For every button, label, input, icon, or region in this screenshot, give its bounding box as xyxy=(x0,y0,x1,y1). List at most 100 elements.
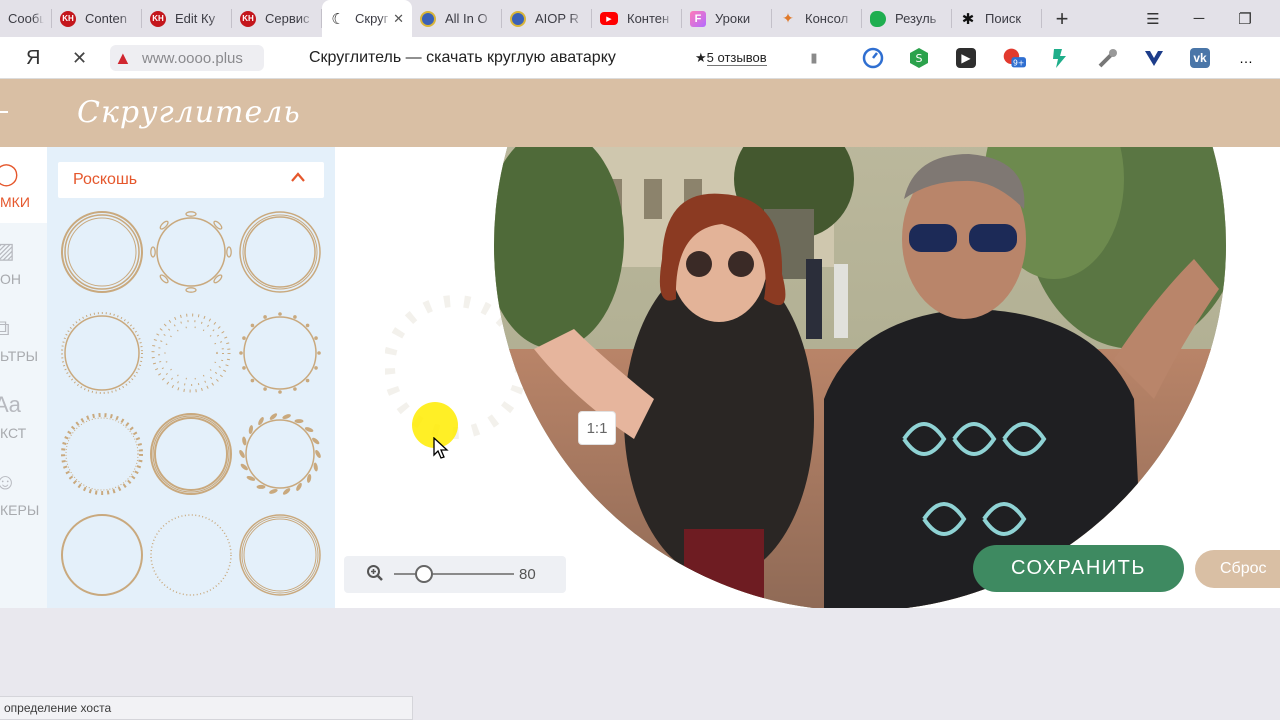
browser-tab[interactable]: KH Conten xyxy=(52,0,142,37)
tab-title: AIOP R xyxy=(535,11,579,26)
tools-extension-icon[interactable] xyxy=(1096,37,1120,79)
sidebar-item-label: КСТ xyxy=(0,425,27,441)
frames-panel: Роскошь xyxy=(47,147,335,608)
notifications-badge: 9+ xyxy=(1013,58,1024,67)
sidebar-item-label: ЬТРЫ xyxy=(0,348,39,364)
sidebar-item-stickers[interactable]: ☺ КЕРЫ xyxy=(0,455,47,531)
tab-list: Сообщ KH Conten KH Edit Ку KH Сервис ☾ Скруг ✕ All… xyxy=(0,0,1042,37)
frame-option-beaded[interactable] xyxy=(59,310,145,396)
frame-option-double-ring[interactable] xyxy=(59,209,145,295)
zoom-slider-thumb[interactable] xyxy=(415,565,434,583)
frame-option-dotted-beads[interactable] xyxy=(59,411,145,497)
sidebar-item-text[interactable]: Aa КСТ xyxy=(0,378,47,454)
tab-strip: Сообщ KH Conten KH Edit Ку KH Сервис ☾ Скруг ✕ All… xyxy=(0,0,1280,37)
seo-extension-icon[interactable]: S xyxy=(907,37,931,79)
frame-category-dropdown[interactable]: Роскошь xyxy=(58,162,324,198)
reviews-label: 5 отзывов xyxy=(706,50,767,66)
stop-loading-button[interactable]: ✕ xyxy=(72,37,87,79)
yandex-logo-button[interactable]: Я xyxy=(26,37,40,79)
editor-workspace: ◯ МКИ ▨ ОН ⧉ ЬТРЫ Aa КСТ ☺ КЕРЫ Роскошь xyxy=(0,147,1280,608)
tab-favicon-kh-icon: KH xyxy=(150,10,166,27)
bookmark-icon[interactable]: ▮ xyxy=(802,37,826,79)
frame-option-single[interactable] xyxy=(59,512,145,598)
frame-option-leaf-wreath[interactable] xyxy=(237,411,323,497)
insecure-warning-icon[interactable]: ▲ xyxy=(114,37,132,79)
url-field[interactable]: www.oooo.plus xyxy=(110,45,264,71)
browser-tab[interactable]: KH Сервис xyxy=(232,0,322,37)
tab-title: Скруг xyxy=(355,11,389,26)
mouse-cursor-icon xyxy=(433,436,449,466)
tab-favicon-key-icon: ✦ xyxy=(782,10,794,26)
star-icon: ★ xyxy=(695,50,707,65)
sidebar-item-background[interactable]: ▨ ОН xyxy=(0,224,47,300)
bookmark-extension-icon[interactable]: ▶ xyxy=(954,37,978,79)
tab-favicon-f-icon: F xyxy=(690,10,706,27)
browser-tab[interactable]: ✦ Консол xyxy=(772,0,862,37)
menu-icon[interactable] xyxy=(0,111,8,113)
reviews-link[interactable]: ★ 5 отзывов xyxy=(695,37,767,79)
frame-category-label: Роскошь xyxy=(73,171,138,188)
site-logo[interactable]: Скруглитель xyxy=(77,95,301,130)
save-button[interactable]: СОХРАНИТЬ xyxy=(973,545,1184,592)
frame-option-floral[interactable] xyxy=(148,209,234,295)
browser-tab[interactable]: KH Edit Ку xyxy=(142,0,232,37)
figure-extension-icon[interactable] xyxy=(1048,37,1072,79)
stickers-icon: ☺ xyxy=(0,469,17,494)
zoom-value: 80 xyxy=(519,566,536,583)
browser-tab[interactable]: Сообщ xyxy=(0,0,52,37)
zoom-in-icon[interactable] xyxy=(366,564,384,587)
tab-title: Сервис xyxy=(265,11,310,26)
tab-favicon-kh-icon: KH xyxy=(60,10,76,27)
background-icon: ▨ xyxy=(0,238,15,263)
close-tab-icon[interactable]: ✕ xyxy=(393,11,404,27)
tab-title: Консол xyxy=(805,11,849,26)
tab-title: Резуль xyxy=(895,11,937,26)
tab-title: Edit Ку xyxy=(175,11,216,26)
browser-tab[interactable]: Резуль xyxy=(862,0,952,37)
zoom-slider-track[interactable] xyxy=(394,573,514,575)
frame-option-dots[interactable] xyxy=(148,310,234,396)
frame-option-fine-dots[interactable] xyxy=(148,512,234,598)
address-bar: Я ✕ www.oooo.plus ▲ Скруглитель — скачат… xyxy=(0,37,1280,79)
tab-favicon-spider-icon: ✱ xyxy=(961,10,975,28)
browser-tab[interactable]: ▶ Контен xyxy=(592,0,682,37)
tab-favicon-ever-icon xyxy=(870,10,886,27)
minimize-button[interactable]: ─ xyxy=(1176,0,1222,37)
notifications-extension-icon[interactable]: 9+ xyxy=(1002,37,1026,79)
sidebar-item-label: ОН xyxy=(0,271,21,287)
sidebar-item-frames[interactable]: ◯ МКИ xyxy=(0,147,47,223)
filters-icon: ⧉ xyxy=(0,315,10,340)
browser-tab[interactable]: AIOP R xyxy=(502,0,592,37)
browser-tab[interactable]: F Уроки xyxy=(682,0,772,37)
frame-option-thin-double[interactable] xyxy=(237,209,323,295)
tab-title: Сообщ xyxy=(8,11,44,26)
new-tab-button[interactable]: + xyxy=(1042,0,1082,37)
browser-tab[interactable]: ✱ Поиск xyxy=(952,0,1042,37)
actual-size-button[interactable]: 1:1 xyxy=(578,411,616,445)
tab-title: All In O xyxy=(445,11,488,26)
browser-tab[interactable]: All In O xyxy=(412,0,502,37)
more-extensions-icon[interactable]: … xyxy=(1234,37,1258,79)
tab-title: Уроки xyxy=(715,11,751,26)
restore-button[interactable]: ❐ xyxy=(1222,0,1268,37)
reset-button[interactable]: Сброс xyxy=(1195,550,1280,588)
tool-sidebar: ◯ МКИ ▨ ОН ⧉ ЬТРЫ Aa КСТ ☺ КЕРЫ xyxy=(0,147,47,608)
tab-favicon-moon-icon: ☾ xyxy=(331,10,345,28)
frame-option-laurel[interactable] xyxy=(237,310,323,396)
browser-tab[interactable]: ☾ Скруг ✕ xyxy=(322,0,412,37)
sidebar-item-filters[interactable]: ⧉ ЬТРЫ xyxy=(0,301,47,377)
frame-option-triple-thin[interactable] xyxy=(237,512,323,598)
tab-favicon-kh-icon: KH xyxy=(240,10,256,27)
speed-dial-extension-icon[interactable] xyxy=(861,37,885,79)
avatar-photo[interactable] xyxy=(494,147,1226,608)
photo-canvas[interactable] xyxy=(335,147,1280,608)
shield-extension-icon[interactable] xyxy=(1142,37,1166,79)
site-header: Скруглитель xyxy=(0,79,1280,147)
vk-extension-icon[interactable]: vk xyxy=(1188,37,1212,79)
sidebar-item-label: КЕРЫ xyxy=(0,502,40,518)
tab-favicon-yt-icon: ▶ xyxy=(600,12,618,25)
browser-menu-button[interactable]: ☰ xyxy=(1130,0,1176,37)
tab-favicon-globe-icon xyxy=(510,10,526,27)
tab-title: Поиск xyxy=(985,11,1022,26)
frame-option-sketch[interactable] xyxy=(148,411,234,497)
